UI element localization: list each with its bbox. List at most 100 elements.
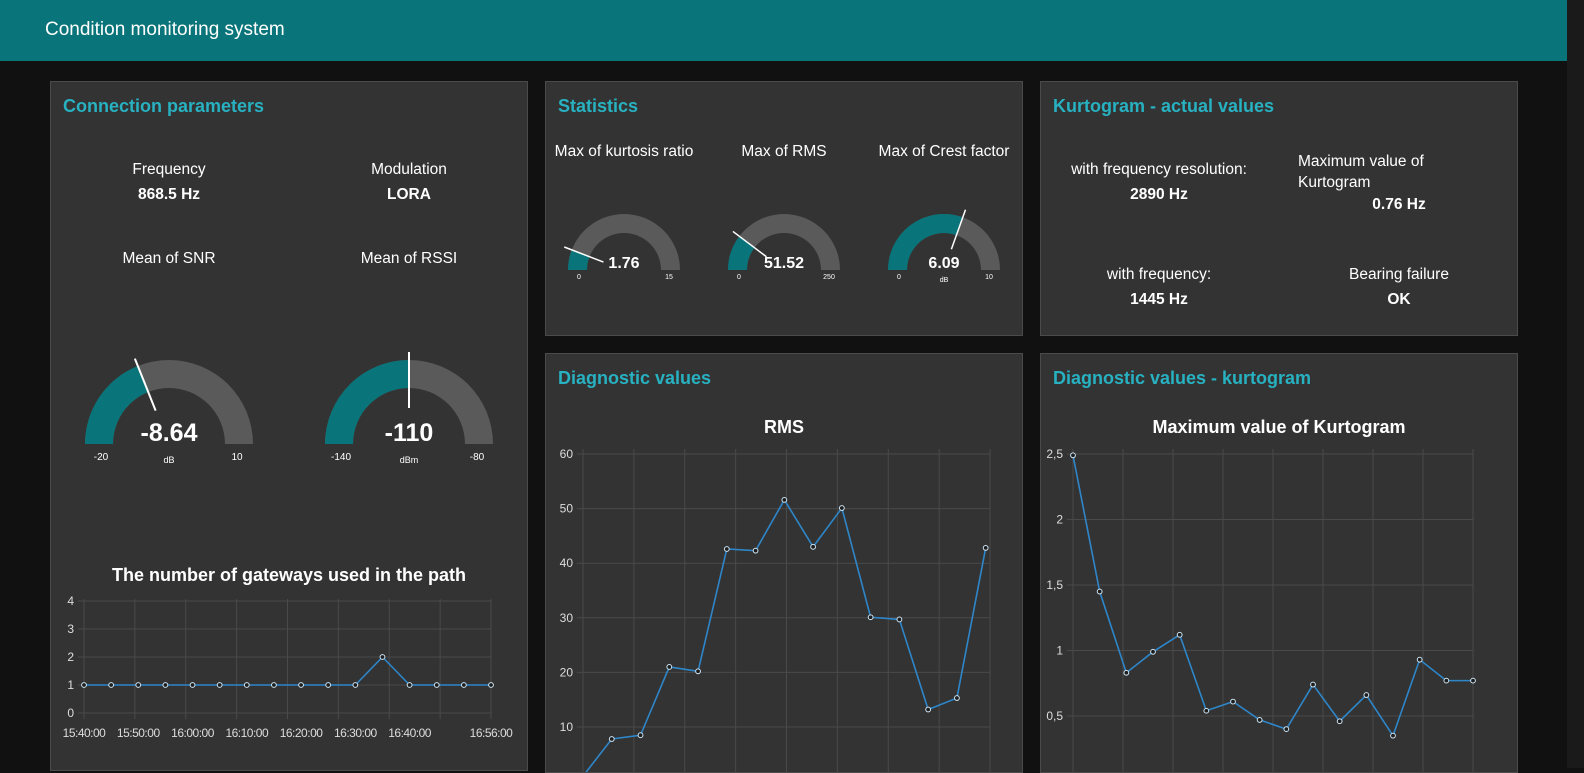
kurtogram-chart-title: Maximum value of Kurtogram <box>1152 417 1406 437</box>
snr-gauge-fill <box>85 365 149 444</box>
data-point <box>352 682 359 688</box>
data-point <box>1070 452 1076 459</box>
data-point <box>1283 726 1290 733</box>
frequency-resolution-label: with frequency resolution: <box>1071 161 1247 178</box>
modulation-label: Modulation <box>371 161 447 178</box>
crest-label: Max of Crest factor <box>878 143 1010 160</box>
snr-gauge: -8.64 -20 10 dB <box>85 358 253 465</box>
data-point <box>1443 677 1450 684</box>
x-tick-label: 16:56:00 <box>470 726 514 740</box>
data-point <box>723 546 730 552</box>
data-point <box>460 682 467 688</box>
data-point <box>896 616 903 623</box>
frequency-value: 868.5 Hz <box>137 186 201 203</box>
data-point <box>406 682 413 688</box>
data-point <box>1150 648 1156 655</box>
x-tick-label: 16:30:00 <box>334 726 378 740</box>
rssi-gauge-min: -140 <box>331 452 351 463</box>
rssi-gauge-value: -110 <box>385 419 434 447</box>
frequency-label: Frequency <box>132 161 206 178</box>
rssi-gauge-unit: dBm <box>400 455 419 465</box>
y-tick-label: 0 <box>67 706 74 720</box>
rms-chart-title: RMS <box>764 417 804 437</box>
data-point <box>1096 588 1103 595</box>
y-tick-label: 30 <box>560 611 574 625</box>
data-point <box>1336 718 1343 725</box>
rssi-gauge-max: -80 <box>470 452 485 463</box>
x-tick-label: 16:40:00 <box>388 726 432 740</box>
connection-panel: Connection parameters Frequency 868.5 Hz… <box>50 81 528 771</box>
x-tick-label: 16:10:00 <box>225 726 269 740</box>
y-tick-label: 0,5 <box>1046 709 1063 723</box>
with-frequency-value: 1445 Hz <box>1130 291 1188 308</box>
y-tick-label: 2 <box>1056 513 1063 527</box>
data-point <box>298 682 304 688</box>
data-point <box>954 695 960 701</box>
data-point <box>1123 669 1130 676</box>
kurtosis-label: Max of kurtosis ratio <box>554 143 694 160</box>
rssi-gauge: -110 -140 -80 dBm <box>325 352 493 465</box>
kurtosis-gauge-max: 15 <box>665 274 673 281</box>
bearing-failure-label: Bearing failure <box>1349 266 1449 283</box>
y-tick-label: 50 <box>560 502 574 516</box>
x-tick-label: 15:50:00 <box>117 726 161 740</box>
data-point <box>488 682 494 688</box>
kurtogram-panel: Kurtogram - actual values with frequency… <box>1040 81 1518 336</box>
data-point <box>81 682 87 688</box>
gateways-chart: 0 1 2 3 4 15:40:00 15:50:00 16:00:00 16:10:00 16:… <box>63 594 514 740</box>
bearing-failure-status: OK <box>1387 291 1411 308</box>
connection-panel-title: Connection parameters <box>63 96 265 116</box>
data-point <box>271 682 277 688</box>
data-point <box>325 682 332 688</box>
y-tick-label: 2,5 <box>1046 447 1063 461</box>
top-bar: Condition monitoring system <box>0 0 1567 61</box>
data-point <box>379 654 386 660</box>
rms-gauge: 51.52 0 250 <box>728 214 840 281</box>
data-point <box>1363 692 1370 698</box>
max-kurtogram-value: 0.76 Hz <box>1372 196 1426 213</box>
data-point <box>135 682 142 688</box>
data-point <box>637 732 644 739</box>
data-point <box>243 682 250 688</box>
rssi-label: Mean of RSSI <box>360 250 458 267</box>
data-point <box>1176 631 1183 638</box>
y-tick-label: 2 <box>67 650 74 664</box>
data-point <box>781 496 788 503</box>
diagnostic-kurtogram-panel: Diagnostic values - kurtogram Maximum va… <box>1040 353 1518 773</box>
kurtosis-gauge-value: 1.76 <box>608 255 639 272</box>
statistics-panel: Statistics Max of kurtosis ratio Max of … <box>545 81 1023 336</box>
data-point <box>982 545 989 551</box>
snr-gauge-min: -20 <box>94 452 109 463</box>
rms-gauge-max: 250 <box>823 274 835 281</box>
data-point <box>666 664 673 670</box>
y-tick-label: 1 <box>1056 644 1063 658</box>
data-point <box>216 682 223 688</box>
crest-gauge-max: 10 <box>985 274 993 281</box>
data-point <box>1416 656 1423 663</box>
data-point <box>1470 677 1476 684</box>
x-tick-label: 16:20:00 <box>280 726 324 740</box>
data-point <box>838 505 845 511</box>
gateways-chart-title: The number of gateways used in the path <box>111 565 467 585</box>
statistics-panel-title: Statistics <box>558 96 639 116</box>
with-frequency-label: with frequency: <box>1106 266 1212 283</box>
crest-gauge-value: 6.09 <box>928 255 959 272</box>
series-line <box>585 498 987 772</box>
rms-chart: 10 20 30 40 50 60 <box>560 447 991 772</box>
y-tick-label: 10 <box>560 720 574 734</box>
data-point <box>108 682 115 688</box>
scrollbar[interactable] <box>1567 0 1584 768</box>
max-kurtogram-label: Maximum value of Kurtogram <box>1298 153 1424 191</box>
kurtogram-panel-title: Kurtogram - actual values <box>1053 96 1275 116</box>
app-title: Condition monitoring system <box>45 19 285 40</box>
data-point <box>810 543 817 550</box>
data-point <box>433 682 440 688</box>
rms-gauge-value: 51.52 <box>764 255 804 272</box>
modulation-value: LORA <box>387 186 431 203</box>
snr-gauge-unit: dB <box>163 455 174 465</box>
y-tick-label: 1,5 <box>1046 578 1063 592</box>
y-tick-label: 40 <box>560 556 574 570</box>
x-tick-label: 16:00:00 <box>171 726 215 740</box>
crest-gauge-min: 0 <box>897 274 901 281</box>
snr-gauge-value: -8.64 <box>141 419 198 447</box>
